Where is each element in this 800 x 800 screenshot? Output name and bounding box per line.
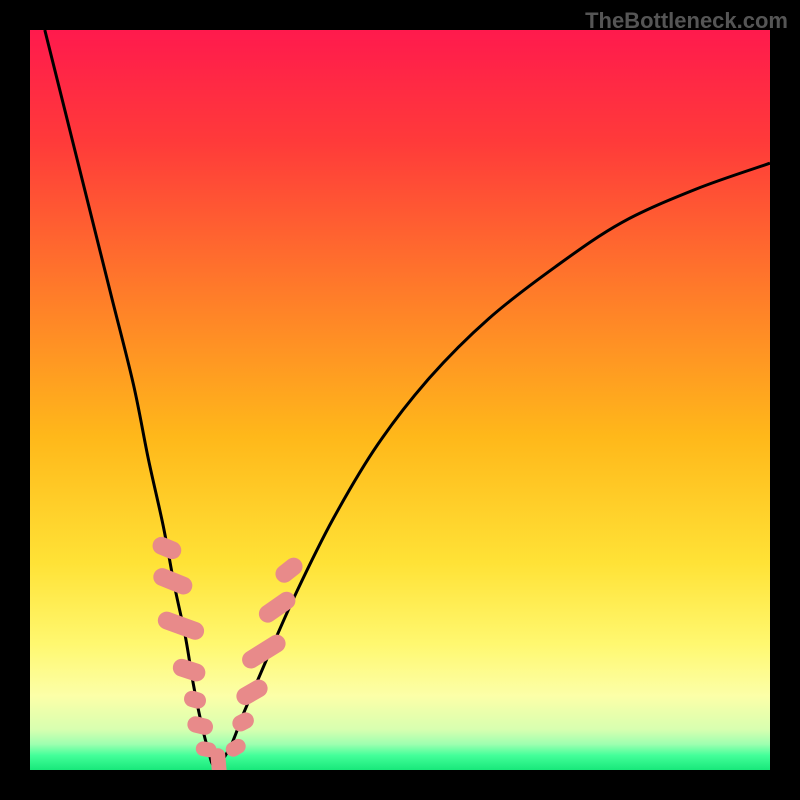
curve-marker: [182, 689, 208, 711]
curve-marker: [210, 748, 228, 770]
curve-marker: [233, 676, 271, 708]
curve-marker: [229, 710, 256, 735]
watermark-text: TheBottleneck.com: [585, 8, 788, 34]
curve-marker: [255, 588, 299, 626]
bottleneck-curve: [45, 30, 770, 766]
chart-container: [30, 30, 770, 770]
curve-layer: [30, 30, 770, 770]
curve-marker: [186, 715, 215, 737]
marker-group: [150, 534, 306, 770]
